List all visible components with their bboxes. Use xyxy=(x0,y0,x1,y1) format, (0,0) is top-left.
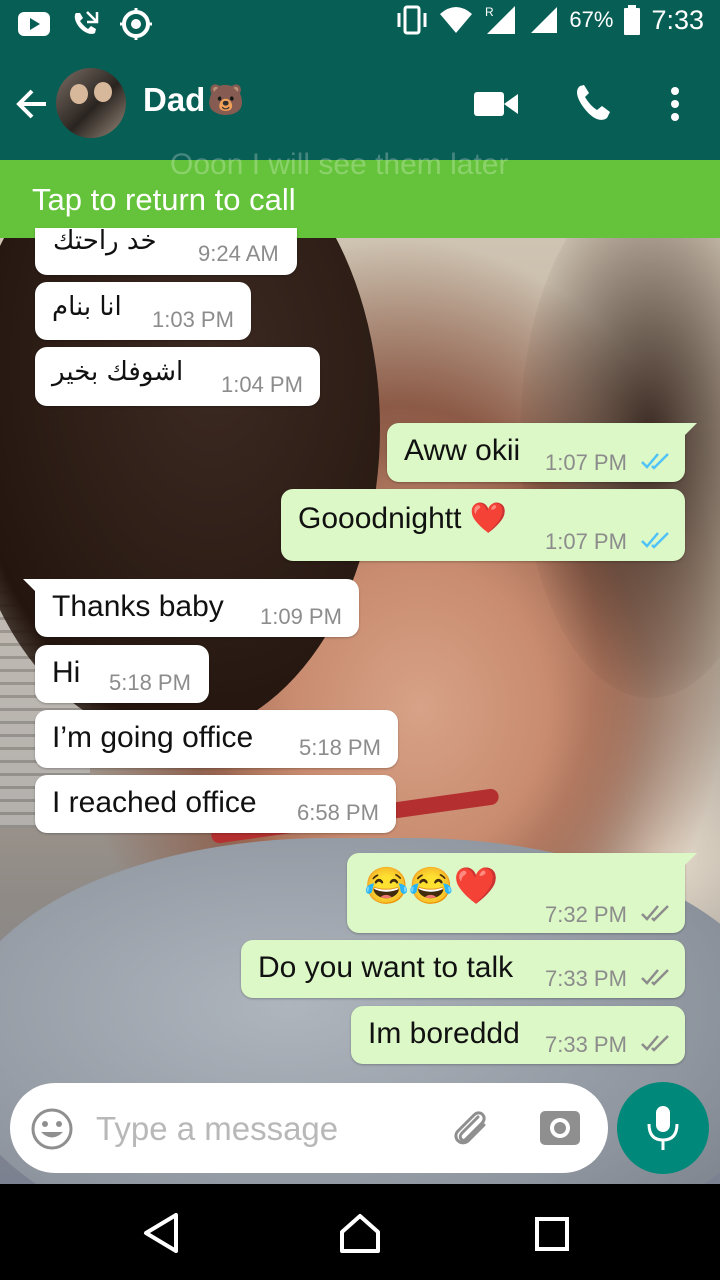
bubble-tail xyxy=(683,423,697,437)
more-vert-icon[interactable] xyxy=(668,86,682,122)
message-time: 9:24 AM xyxy=(198,241,279,266)
back-nav-icon[interactable] xyxy=(142,1212,180,1254)
banner-text: Tap to return to call xyxy=(32,182,296,217)
message-text: I’m going office xyxy=(52,721,254,754)
home-nav-icon[interactable] xyxy=(338,1212,382,1254)
message-text: Hi xyxy=(52,656,81,689)
message-time: 1:03 PM xyxy=(152,307,234,332)
message-text: I reached office xyxy=(52,786,257,819)
recents-nav-icon[interactable] xyxy=(534,1216,570,1252)
voice-message-button[interactable] xyxy=(617,1082,709,1174)
phone-icon[interactable] xyxy=(572,84,612,124)
missed-call-icon xyxy=(74,11,99,34)
wifi-icon xyxy=(440,7,473,33)
message-bubble-in[interactable]: Hi 5:18 PM xyxy=(35,645,209,703)
message-bubble-out[interactable]: Im boreddd 7:33 PM xyxy=(351,1006,685,1064)
avatar[interactable] xyxy=(56,68,126,138)
banner-background-text: Ooon I will see them later xyxy=(170,148,509,181)
chat-header: Dad 🐻 xyxy=(0,48,720,160)
message-bubble-out[interactable]: Do you want to talk 7:33 PM xyxy=(241,940,685,998)
message-bubble-in[interactable]: I’m going office 5:18 PM xyxy=(35,710,398,768)
status-bar: R 67% 7:33 xyxy=(0,0,720,48)
battery-percent: 67% xyxy=(569,7,614,32)
message-text: خد راحتك xyxy=(53,226,157,256)
message-text: انا بنام xyxy=(52,292,122,322)
contact-name[interactable]: Dad 🐻 xyxy=(143,81,245,119)
message-bubble-in[interactable]: اشوفك بخير 1:04 PM xyxy=(35,347,320,406)
bubble-tail xyxy=(683,853,697,867)
contact-name-text: Dad xyxy=(143,81,206,118)
message-time: 7:33 PM xyxy=(545,1032,627,1057)
message-text: 😂😂❤️ xyxy=(364,865,499,906)
message-composer[interactable]: Type a message xyxy=(10,1083,608,1173)
message-time: 7:33 PM xyxy=(545,966,627,991)
back-arrow-icon[interactable] xyxy=(14,86,50,122)
camera-icon[interactable] xyxy=(538,1107,582,1147)
read-ticks-icon xyxy=(641,453,669,470)
message-text: Do you want to talk xyxy=(258,951,514,984)
message-time: 7:32 PM xyxy=(545,902,627,927)
message-input[interactable]: Type a message xyxy=(96,1110,338,1148)
signal-icon xyxy=(531,7,558,33)
message-text: اشوفك بخير xyxy=(52,357,184,387)
message-bubble-in[interactable]: I reached office 6:58 PM xyxy=(35,775,396,833)
vibrate-icon xyxy=(397,5,427,35)
bear-emoji: 🐻 xyxy=(207,83,245,117)
clock: 7:33 xyxy=(651,4,704,35)
delivered-ticks-icon xyxy=(641,969,669,986)
battery-icon xyxy=(624,5,641,35)
video-call-icon[interactable] xyxy=(474,90,518,118)
mic-icon xyxy=(647,1106,679,1150)
read-ticks-icon xyxy=(641,532,669,549)
message-time: 1:04 PM xyxy=(221,372,303,397)
message-bubble-out[interactable]: Gooodnightt ❤️ 1:07 PM xyxy=(281,489,685,561)
attach-icon[interactable] xyxy=(448,1105,494,1151)
youtube-icon xyxy=(18,12,50,36)
bubble-tail xyxy=(23,579,37,593)
navigation-bar xyxy=(0,1184,720,1280)
message-time: 1:07 PM xyxy=(545,529,627,554)
message-bubble-in[interactable]: خد راحتك 9:24 AM xyxy=(35,226,297,275)
message-text: Aww okii xyxy=(404,434,521,467)
settings-icon xyxy=(120,8,152,40)
message-bubble-in[interactable]: Thanks baby 1:09 PM xyxy=(23,579,359,637)
message-time: 5:18 PM xyxy=(109,670,191,695)
status-left xyxy=(18,8,152,40)
message-bubble-out[interactable]: 😂😂❤️ 7:32 PM xyxy=(347,853,697,933)
signal-icon: R xyxy=(485,5,516,34)
delivered-ticks-icon xyxy=(641,905,669,922)
svg-text:R: R xyxy=(485,5,494,19)
message-bubble-in[interactable]: انا بنام 1:03 PM xyxy=(35,282,251,340)
message-time: 1:07 PM xyxy=(545,450,627,475)
delivered-ticks-icon xyxy=(641,1035,669,1052)
message-time: 5:18 PM xyxy=(299,735,381,760)
status-right: R 67% 7:33 xyxy=(395,4,704,36)
message-text: Thanks baby xyxy=(52,590,224,623)
message-text: Gooodnightt ❤️ xyxy=(298,502,508,535)
message-bubble-out[interactable]: Aww okii 1:07 PM xyxy=(387,423,697,482)
message-time: 1:09 PM xyxy=(260,604,342,629)
message-time: 6:58 PM xyxy=(297,800,379,825)
message-text: Im boreddd xyxy=(368,1017,520,1050)
emoji-icon[interactable] xyxy=(30,1107,74,1151)
